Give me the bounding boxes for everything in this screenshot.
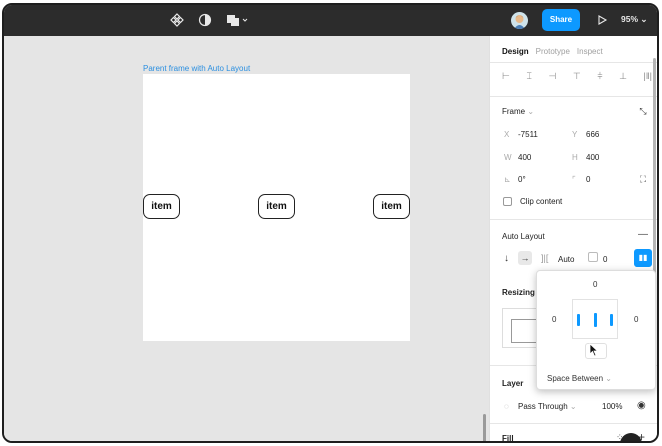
h-label: H [572,153,578,162]
spacing-icon: ]|[ [541,253,549,263]
horizontal-direction-icon[interactable]: → [518,251,532,265]
rotation-field[interactable]: 0° [518,175,526,184]
frame-dropdown[interactable]: Frame ⌄ [502,107,534,116]
item-button[interactable]: item [143,194,180,219]
alignment-popover: 0 0 0 Space Between ⌄ [536,270,656,390]
padding-icon [588,252,598,262]
canvas[interactable]: Parent frame with Auto Layout item item … [4,36,489,441]
eye-icon[interactable]: ◉ [637,400,646,411]
distribution-dropdown[interactable]: Space Between ⌄ [547,374,612,383]
layer-title: Layer [502,379,524,388]
height-field[interactable]: 400 [586,153,599,162]
avatar[interactable] [511,12,528,29]
align-left-icon[interactable]: ⊢ [502,71,510,82]
blend-mode-icon: ◌ [504,402,509,411]
item-button[interactable]: item [258,194,295,219]
chevron-down-icon: ⌄ [527,107,535,116]
app-window: Share 95% ⌄ Parent frame with Auto Layou… [2,3,659,443]
vertical-direction-icon[interactable]: ↓ [504,253,509,264]
tab-inspect[interactable]: Inspect [577,47,603,56]
cursor-pointer-icon [589,343,599,360]
fill-title: Fill [502,434,514,443]
w-label: W [504,153,512,162]
divider [490,62,657,63]
align-top-icon[interactable]: ⊤ [573,71,581,82]
spacing-field[interactable]: Auto [558,255,574,264]
independent-corners-icon[interactable]: ⛶ [636,172,650,186]
boolean-groups-icon[interactable] [226,13,250,27]
panel-tabs: Design Prototype Inspect [502,47,610,56]
frame-title: Frame [502,107,526,116]
resizing-preview [511,319,537,343]
align-horizontal-center-icon[interactable]: ⌶ [526,71,531,82]
component-icon[interactable] [170,13,184,27]
chevron-down-icon: ⌄ [569,402,577,411]
distribution-value: Space Between [547,374,604,383]
x-field[interactable]: -7511 [518,130,538,139]
align-bottom-icon[interactable]: ⊥ [619,71,627,82]
alignment-bar-left [577,314,580,326]
padding-right-field[interactable]: 0 [634,315,638,324]
present-play-icon[interactable] [595,13,609,27]
canvas-scrollbar[interactable] [483,414,486,441]
remove-auto-layout-icon[interactable]: — [638,229,648,240]
item-button[interactable]: item [373,194,410,219]
padding-field[interactable]: 0 [603,255,607,264]
align-right-icon[interactable]: ⊣ [548,71,556,82]
x-label: X [504,130,510,139]
corner-radius-field[interactable]: 0 [586,175,590,184]
blend-mode-value: Pass Through [518,402,568,411]
parent-frame[interactable]: item item item [143,74,410,341]
blend-mode-dropdown[interactable]: Pass Through ⌄ [518,402,577,411]
alignment-settings-icon[interactable]: ▮▮ [634,249,652,267]
opacity-field[interactable]: 100% [602,402,622,411]
alignment-bar-right [610,314,613,326]
y-field[interactable]: 666 [586,130,599,139]
divider [490,219,657,220]
alignment-grid[interactable] [572,299,618,339]
toolbar: Share 95% ⌄ [4,5,657,36]
alignment-bar-center [594,313,597,327]
distribute-icon[interactable]: |‖| [644,71,652,82]
padding-left-field[interactable]: 0 [552,315,556,324]
padding-top-field[interactable]: 0 [593,280,597,289]
mask-icon[interactable] [198,13,212,27]
resize-to-fit-icon[interactable]: ⤡ [636,104,650,118]
auto-layout-title: Auto Layout [502,232,545,241]
divider [490,423,657,424]
zoom-level[interactable]: 95% ⌄ [621,14,648,25]
width-field[interactable]: 400 [518,153,531,162]
clip-content-checkbox[interactable] [503,197,512,206]
resizing-title: Resizing [502,288,535,297]
tab-design[interactable]: Design [502,47,529,56]
corner-radius-icon: ⌜ [572,175,576,184]
zoom-value: 95% [621,14,639,24]
alignment-row: ⊢ ⌶ ⊣ ⊤ ⫩ ⊥ |‖| [502,71,652,82]
clip-content-label: Clip content [520,197,563,206]
chevron-down-icon: ⌄ [640,14,648,24]
align-vertical-center-icon[interactable]: ⫩ [597,71,602,82]
share-button[interactable]: Share [542,9,580,31]
chevron-down-icon: ⌄ [605,374,612,383]
divider [490,96,657,97]
frame-label[interactable]: Parent frame with Auto Layout [143,64,250,73]
y-label: Y [572,130,578,139]
tab-prototype[interactable]: Prototype [536,47,570,56]
rotation-icon: ⊾ [504,175,511,184]
